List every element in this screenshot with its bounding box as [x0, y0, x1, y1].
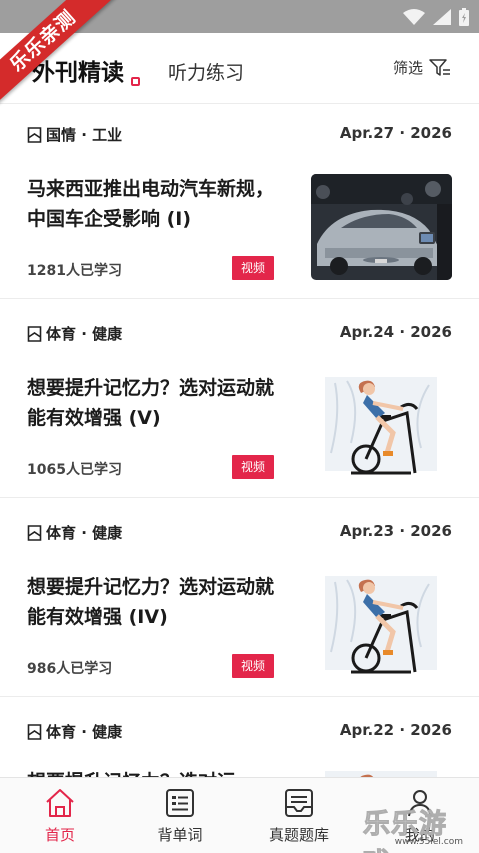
- site-watermark: 乐乐游戏 www.55lel.com: [363, 800, 475, 853]
- signal-icon: [433, 9, 451, 25]
- battery-icon: [459, 8, 469, 26]
- nav-vocabulary[interactable]: 背单词: [130, 788, 230, 845]
- filter-icon: [429, 58, 450, 76]
- divider: [0, 298, 479, 299]
- nav-label: 首页: [44, 826, 75, 844]
- article-title[interactable]: 想要提升记忆力？选对运动就能有效增强 (V): [27, 373, 277, 433]
- wifi-icon: [403, 9, 425, 25]
- home-icon: [46, 789, 74, 817]
- article-card[interactable]: 体育 · 健康 Apr.23 · 2026 想要提升记忆力？选对运动就能有效增强…: [0, 502, 479, 701]
- nav-label: 真题题库: [268, 826, 329, 844]
- article-title[interactable]: 想要提升记忆力？选对运动就能有效增强 (IV): [27, 572, 277, 632]
- article-thumbnail[interactable]: [311, 767, 452, 777]
- article-tag: 体育 · 健康: [46, 524, 123, 542]
- article-title[interactable]: 马来西亚推出电动汽车新规，中国车企受影响 (I): [27, 174, 277, 234]
- article-category: 体育 · 健康: [27, 323, 122, 344]
- article-category: 体育 · 健康: [27, 522, 122, 543]
- word-card-icon: [166, 789, 194, 817]
- bookmark-icon: [27, 126, 42, 143]
- header: 外刊精读 听力练习 筛选: [0, 33, 479, 103]
- tab-intensive-reading[interactable]: 外刊精读: [32, 53, 124, 87]
- article-date: Apr.27 · 2026: [339, 124, 452, 142]
- learner-count: 986人已学习: [27, 661, 113, 677]
- status-bar: [0, 0, 479, 33]
- article-tag: 国情 · 工业: [46, 126, 123, 144]
- bookmark-icon: [27, 524, 42, 541]
- video-badge: 视频: [232, 256, 274, 280]
- article-tag: 体育 · 健康: [46, 723, 123, 741]
- divider: [0, 696, 479, 697]
- article-category: 国情 · 工业: [27, 124, 122, 145]
- article-card[interactable]: 体育 · 健康 Apr.22 · 2026 想要提升记忆力？选对运: [0, 701, 479, 777]
- watermark-url: www.55lel.com: [394, 837, 463, 847]
- video-badge: 视频: [232, 455, 274, 479]
- bookmark-icon: [27, 723, 42, 740]
- article-date: Apr.24 · 2026: [339, 323, 452, 341]
- article-title[interactable]: 想要提升记忆力？选对运: [27, 767, 277, 777]
- question-bank-icon: [285, 789, 313, 817]
- article-thumbnail[interactable]: [311, 572, 452, 678]
- car-show-photo: [311, 174, 452, 280]
- divider: [0, 497, 479, 498]
- exercise-bike-illustration: [311, 767, 452, 777]
- filter-button[interactable]: 筛选: [393, 57, 451, 78]
- article-thumbnail[interactable]: [311, 373, 452, 479]
- exercise-bike-illustration: [311, 572, 452, 678]
- video-badge: 视频: [232, 654, 274, 678]
- bookmark-icon: [27, 325, 42, 342]
- tab-active-indicator: [131, 77, 140, 86]
- article-thumbnail[interactable]: [311, 174, 452, 280]
- learner-count: 1065人已学习: [27, 462, 122, 478]
- filter-label: 筛选: [392, 59, 423, 77]
- learner-count: 1281人已学习: [27, 263, 122, 279]
- article-date: Apr.23 · 2026: [339, 522, 452, 540]
- article-date: Apr.22 · 2026: [339, 721, 452, 739]
- article-category: 体育 · 健康: [27, 721, 122, 742]
- nav-question-bank[interactable]: 真题题库: [249, 788, 349, 845]
- nav-home[interactable]: 首页: [10, 788, 110, 845]
- article-tag: 体育 · 健康: [46, 325, 123, 343]
- tab-listening-practice[interactable]: 听力练习: [168, 58, 244, 85]
- article-card[interactable]: 国情 · 工业 Apr.27 · 2026 马来西亚推出电动汽车新规，中国车企受…: [0, 104, 479, 303]
- status-icons: [403, 8, 469, 26]
- exercise-bike-illustration: [311, 373, 452, 479]
- nav-label: 背单词: [157, 826, 203, 844]
- article-card[interactable]: 体育 · 健康 Apr.24 · 2026 想要提升记忆力？选对运动就能有效增强…: [0, 303, 479, 502]
